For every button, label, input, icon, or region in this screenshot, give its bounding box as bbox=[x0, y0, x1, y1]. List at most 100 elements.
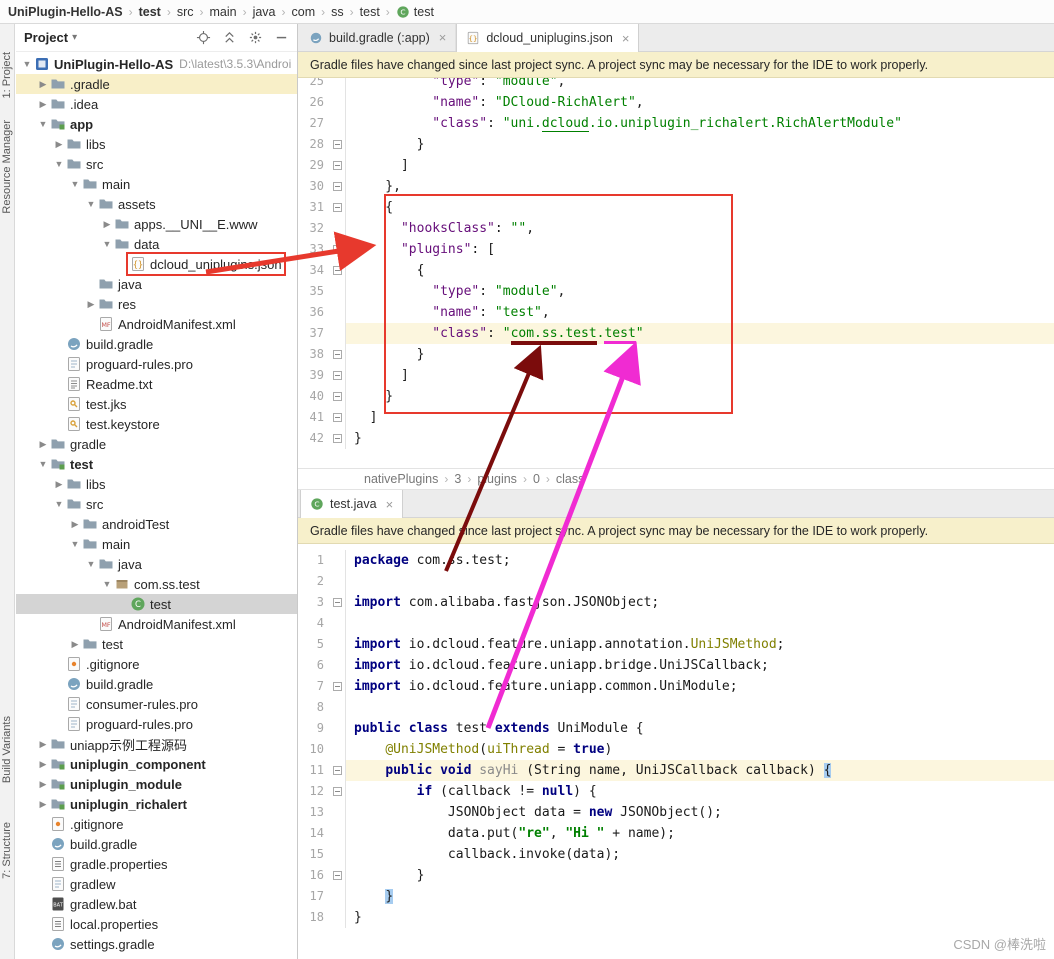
tree-item-gitignore[interactable]: .gitignore bbox=[16, 814, 297, 834]
collapsed-arrow-icon[interactable]: ▶ bbox=[100, 219, 114, 230]
code-line-7[interactable]: 7 import io.dcloud.feature.uniapp.common.… bbox=[298, 676, 1054, 697]
tree-item-test-jks[interactable]: test.jks bbox=[16, 394, 297, 414]
code-line-10[interactable]: 10 @UniJSMethod(uiThread = true) bbox=[298, 739, 1054, 760]
path-breadcrumb-item-class[interactable]: class bbox=[556, 472, 584, 486]
collapsed-arrow-icon[interactable]: ▶ bbox=[36, 759, 50, 770]
fold-marker-icon[interactable] bbox=[330, 781, 346, 802]
expanded-arrow-icon[interactable]: ▼ bbox=[52, 499, 66, 509]
tool-button-project[interactable]: 1: Project bbox=[1, 52, 14, 98]
tree-item-src[interactable]: ▼ src bbox=[16, 154, 297, 174]
tree-item-res[interactable]: ▶ res bbox=[16, 294, 297, 314]
tree-item-dcloud-uniplugins-json[interactable]: {} dcloud_uniplugins.json bbox=[16, 252, 297, 276]
fold-marker-icon[interactable] bbox=[330, 865, 346, 886]
tree-item-gradle-properties[interactable]: gradle.properties bbox=[16, 854, 297, 874]
hide-panel-icon[interactable] bbox=[274, 30, 289, 45]
code-line-34[interactable]: 34 { bbox=[298, 260, 1054, 281]
fold-marker-icon[interactable] bbox=[330, 428, 346, 449]
tree-item-test[interactable]: ▶ test bbox=[16, 634, 297, 654]
tree-item-test-keystore[interactable]: test.keystore bbox=[16, 414, 297, 434]
code-line-35[interactable]: 35 "type": "module", bbox=[298, 281, 1054, 302]
tree-item-build-gradle[interactable]: build.gradle bbox=[16, 674, 297, 694]
collapsed-arrow-icon[interactable]: ▶ bbox=[36, 799, 50, 810]
tree-item-test[interactable]: ▼ test bbox=[16, 454, 297, 474]
code-line-17[interactable]: 17 } bbox=[298, 886, 1054, 907]
tree-item-uniplugin-component[interactable]: ▶ uniplugin_component bbox=[16, 754, 297, 774]
code-line-2[interactable]: 2 bbox=[298, 571, 1054, 592]
collapsed-arrow-icon[interactable]: ▶ bbox=[68, 639, 82, 650]
path-breadcrumb-item-plugins[interactable]: plugins bbox=[477, 472, 517, 486]
code-line-11[interactable]: 11 public void sayHi (String name, UniJS… bbox=[298, 760, 1054, 781]
tree-item-app[interactable]: ▼ app bbox=[16, 114, 297, 134]
collapsed-arrow-icon[interactable]: ▶ bbox=[36, 779, 50, 790]
code-line-3[interactable]: 3 import com.alibaba.fastjson.JSONObject; bbox=[298, 592, 1054, 613]
code-line-27[interactable]: 27 "class": "uni.dcloud.io.uniplugin_ric… bbox=[298, 113, 1054, 134]
fold-marker-icon[interactable] bbox=[330, 134, 346, 155]
tree-item-build-gradle[interactable]: build.gradle bbox=[16, 334, 297, 354]
tree-item-idea[interactable]: ▶ .idea bbox=[16, 94, 297, 114]
tree-item-test[interactable]: Ctest bbox=[16, 594, 297, 614]
gear-icon[interactable] bbox=[248, 30, 263, 45]
tree-item-data[interactable]: ▼ data bbox=[16, 234, 297, 254]
tree-item-gradle[interactable]: ▶ gradle bbox=[16, 434, 297, 454]
editor-tab-test-java[interactable]: Ctest.java × bbox=[300, 490, 404, 518]
tree-item-src[interactable]: ▼ src bbox=[16, 494, 297, 514]
tree-item-androidmanifest-xml[interactable]: MF AndroidManifest.xml bbox=[16, 314, 297, 334]
fold-marker-icon[interactable] bbox=[330, 197, 346, 218]
code-line-1[interactable]: 1 package com.ss.test; bbox=[298, 550, 1054, 571]
code-line-33[interactable]: 33 "plugins": [ bbox=[298, 239, 1054, 260]
fold-marker-icon[interactable] bbox=[330, 176, 346, 197]
path-breadcrumb-item-3[interactable]: 3 bbox=[454, 472, 461, 486]
code-line-5[interactable]: 5 import io.dcloud.feature.uniapp.annotat… bbox=[298, 634, 1054, 655]
tree-item-settings-gradle[interactable]: settings.gradle bbox=[16, 934, 297, 954]
breadcrumb-item-ss[interactable]: ss bbox=[331, 5, 344, 19]
close-icon[interactable]: × bbox=[386, 497, 394, 512]
tree-item-java[interactable]: java bbox=[16, 274, 297, 294]
code-line-36[interactable]: 36 "name": "test", bbox=[298, 302, 1054, 323]
tree-item-proguard-rules-pro[interactable]: proguard-rules.pro bbox=[16, 354, 297, 374]
path-breadcrumb-item-nativeplugins[interactable]: nativePlugins bbox=[364, 472, 438, 486]
collapsed-arrow-icon[interactable]: ▶ bbox=[52, 139, 66, 150]
tree-item-uniplugin-module[interactable]: ▶ uniplugin_module bbox=[16, 774, 297, 794]
breadcrumb-item-uniplugin-hello-as[interactable]: UniPlugin-Hello-AS bbox=[8, 5, 123, 19]
code-line-40[interactable]: 40 } bbox=[298, 386, 1054, 407]
code-line-6[interactable]: 6 import io.dcloud.feature.uniapp.bridge.… bbox=[298, 655, 1054, 676]
code-line-37[interactable]: 37 "class": "com.ss.test.test" bbox=[298, 323, 1054, 345]
code-line-14[interactable]: 14 data.put("re", "Hi " + name); bbox=[298, 823, 1054, 844]
collapsed-arrow-icon[interactable]: ▶ bbox=[36, 739, 50, 750]
code-line-42[interactable]: 42} bbox=[298, 428, 1054, 449]
code-line-8[interactable]: 8 bbox=[298, 697, 1054, 718]
code-line-16[interactable]: 16 } bbox=[298, 865, 1054, 886]
expanded-arrow-icon[interactable]: ▼ bbox=[68, 179, 82, 189]
breadcrumb-item-test[interactable]: test bbox=[360, 5, 380, 19]
tree-item-androidmanifest-xml[interactable]: MF AndroidManifest.xml bbox=[16, 614, 297, 634]
breadcrumb-item-java[interactable]: java bbox=[253, 5, 276, 19]
code-line-25[interactable]: 25 "type": "module", bbox=[298, 78, 1054, 92]
tree-item-build-gradle[interactable]: build.gradle bbox=[16, 834, 297, 854]
chevron-down-icon[interactable]: ▾ bbox=[72, 32, 77, 43]
code-line-18[interactable]: 18} bbox=[298, 907, 1054, 928]
code-line-38[interactable]: 38 } bbox=[298, 344, 1054, 365]
tree-item-apps-uni-e-www[interactable]: ▶ apps.__UNI__E.www bbox=[16, 214, 297, 234]
tool-button-build-variants[interactable]: Build Variants bbox=[1, 716, 14, 783]
fold-marker-icon[interactable] bbox=[330, 760, 346, 781]
fold-marker-icon[interactable] bbox=[330, 260, 346, 281]
code-line-29[interactable]: 29 ] bbox=[298, 155, 1054, 176]
tree-item-gitignore[interactable]: .gitignore bbox=[16, 654, 297, 674]
tree-item-local-properties[interactable]: local.properties bbox=[16, 914, 297, 934]
collapsed-arrow-icon[interactable]: ▶ bbox=[36, 99, 50, 110]
breadcrumb-item-test[interactable]: Ctest bbox=[396, 5, 434, 19]
tree-item-libs[interactable]: ▶ libs bbox=[16, 474, 297, 494]
tree-item-com-ss-test[interactable]: ▼ com.ss.test bbox=[16, 574, 297, 594]
code-line-32[interactable]: 32 "hooksClass": "", bbox=[298, 218, 1054, 239]
tree-item-libs[interactable]: ▶ libs bbox=[16, 134, 297, 154]
expanded-arrow-icon[interactable]: ▼ bbox=[36, 459, 50, 469]
fold-marker-icon[interactable] bbox=[330, 407, 346, 428]
expanded-arrow-icon[interactable]: ▼ bbox=[100, 239, 114, 249]
code-line-31[interactable]: 31 { bbox=[298, 197, 1054, 218]
breadcrumb-item-com[interactable]: com bbox=[292, 5, 316, 19]
editor-tab-build-gradle-app[interactable]: build.gradle (:app) × bbox=[300, 24, 457, 51]
locate-icon[interactable] bbox=[196, 30, 211, 45]
tree-item-uniplugin-hello-as[interactable]: ▼ UniPlugin-Hello-AS D:\latest\3.5.3\Andro… bbox=[16, 54, 297, 74]
fold-marker-icon[interactable] bbox=[330, 365, 346, 386]
code-line-12[interactable]: 12 if (callback != null) { bbox=[298, 781, 1054, 802]
